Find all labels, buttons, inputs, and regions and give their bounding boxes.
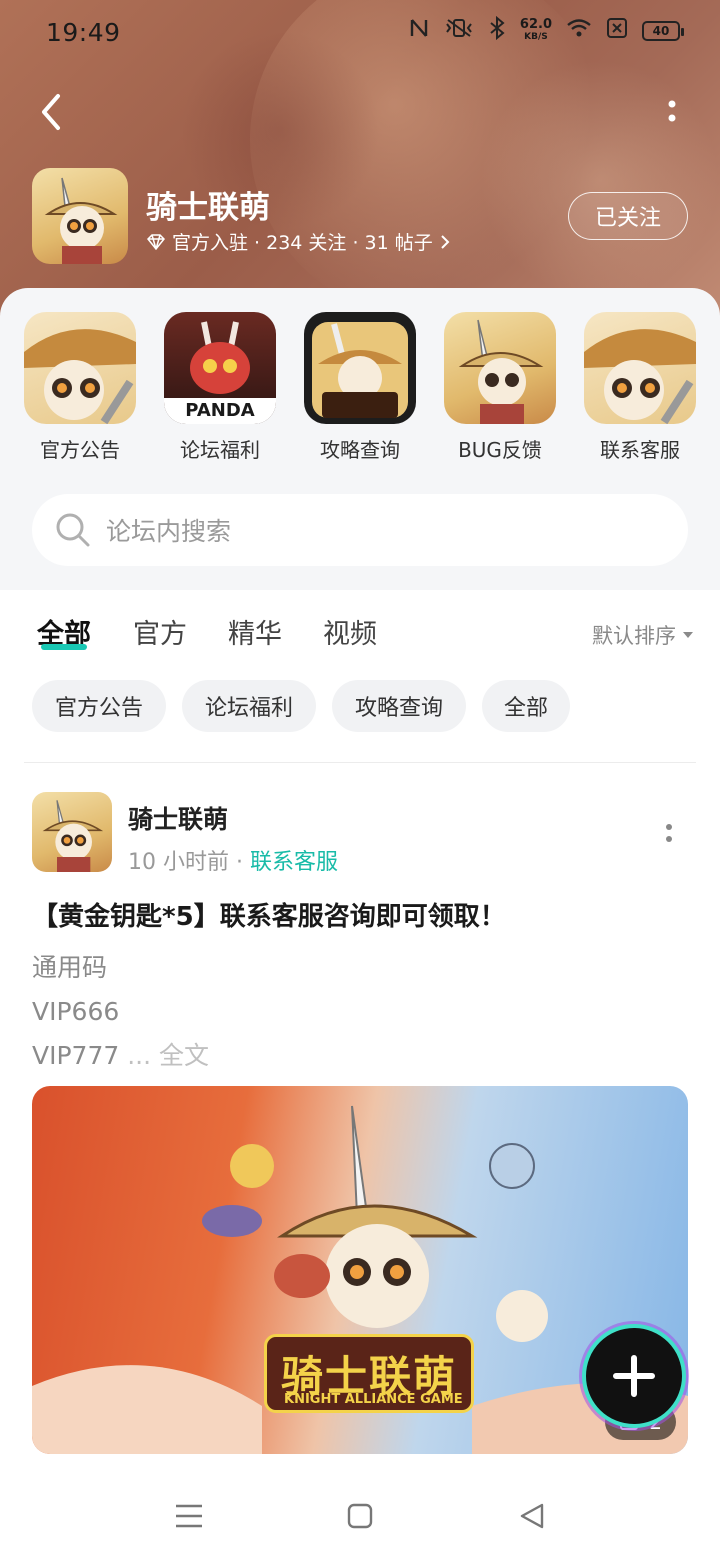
quick-link-guide[interactable]: 攻略查询 (304, 312, 416, 463)
filter-chip-announcement[interactable]: 官方公告 (32, 680, 166, 732)
quick-link-bug-report[interactable]: BUG反馈 (444, 312, 556, 463)
plus-icon (613, 1355, 655, 1397)
back-button[interactable] (32, 92, 72, 132)
back-triangle-icon[interactable] (518, 1502, 546, 1530)
quick-link-welfare[interactable]: PANDA 论坛福利 (164, 312, 276, 463)
chevron-left-icon (42, 94, 60, 130)
welfare-icon: PANDA (164, 312, 276, 424)
forum-logo (32, 168, 128, 264)
bug-report-icon (444, 312, 556, 424)
bluetooth-icon (488, 15, 506, 46)
filter-chip-guide[interactable]: 攻略查询 (332, 680, 466, 732)
feed-tabs: 全部 官方 精华 视频 默认排序 (0, 590, 720, 670)
forum-stats: 官方入驻 · 234 关注 · 31 帖子 (146, 228, 451, 255)
status-bar: 19:49 62.0 KB/S 40 (0, 0, 720, 64)
read-more-link[interactable]: ... 全文 (119, 1041, 209, 1070)
quick-link-customer-service[interactable]: 联系客服 (584, 312, 696, 463)
sim-icon (606, 17, 628, 45)
post-author[interactable]: 骑士联萌 (128, 800, 228, 836)
guide-icon (304, 312, 416, 424)
tab-featured[interactable]: 精华 (228, 612, 282, 651)
menu-icon[interactable] (174, 1502, 204, 1530)
filter-chip-welfare[interactable]: 论坛福利 (182, 680, 316, 732)
post-excerpt[interactable]: 通用码 VIP666 VIP777 ... 全文 (32, 946, 209, 1078)
status-time: 19:49 (46, 18, 121, 47)
post-meta: 10 小时前 · 联系客服 (128, 850, 339, 875)
active-tab-indicator (41, 644, 87, 650)
filter-chip-all[interactable]: 全部 (482, 680, 570, 732)
announcement-icon (24, 312, 136, 424)
avatar[interactable] (32, 792, 112, 872)
caret-down-icon (683, 632, 693, 638)
quick-link-announcement[interactable]: 官方公告 (24, 312, 136, 463)
wifi-icon (566, 18, 592, 44)
diamond-icon (146, 233, 166, 250)
more-options-button[interactable] (664, 96, 680, 132)
tab-video[interactable]: 视频 (323, 612, 377, 651)
system-navigation-bar (0, 1472, 720, 1560)
divider (24, 762, 696, 763)
customer-service-icon (584, 312, 696, 424)
nfc-icon (408, 17, 430, 45)
search-placeholder: 论坛内搜索 (106, 517, 232, 546)
vibrate-icon (444, 17, 474, 45)
new-post-button[interactable] (582, 1324, 686, 1428)
forum-title: 骑士联萌 (146, 190, 270, 226)
post-category-tag[interactable]: 联系客服 (250, 850, 338, 875)
follow-button[interactable]: 已关注 (568, 192, 688, 240)
home-icon[interactable] (346, 1502, 374, 1530)
quick-links-panel: 官方公告 PANDA 论坛福利 攻略查询 BUG反馈 联系客服 论坛内搜索 (0, 288, 720, 590)
tab-official[interactable]: 官方 (133, 612, 187, 651)
battery-icon: 40 (642, 21, 684, 41)
search-icon (56, 513, 90, 547)
chevron-right-icon (441, 234, 450, 249)
sort-dropdown[interactable]: 默认排序 (592, 620, 694, 650)
post-more-button[interactable] (664, 822, 674, 846)
post-title[interactable]: 【黄金钥匙*5】联系客服咨询即可领取！ (32, 896, 506, 933)
more-vertical-icon (666, 824, 672, 842)
more-vertical-icon (668, 100, 676, 122)
search-input[interactable]: 论坛内搜索 (32, 494, 688, 566)
network-speed: 62.0 KB/S (519, 17, 552, 42)
post-image-subtitle: KNIGHT ALLIANCE GAME (284, 1392, 463, 1407)
forum-header: 19:49 62.0 KB/S 40 骑士联萌 官方入驻 · 234 关注 · … (0, 0, 720, 320)
post-time: 10 小时前 (128, 850, 229, 875)
